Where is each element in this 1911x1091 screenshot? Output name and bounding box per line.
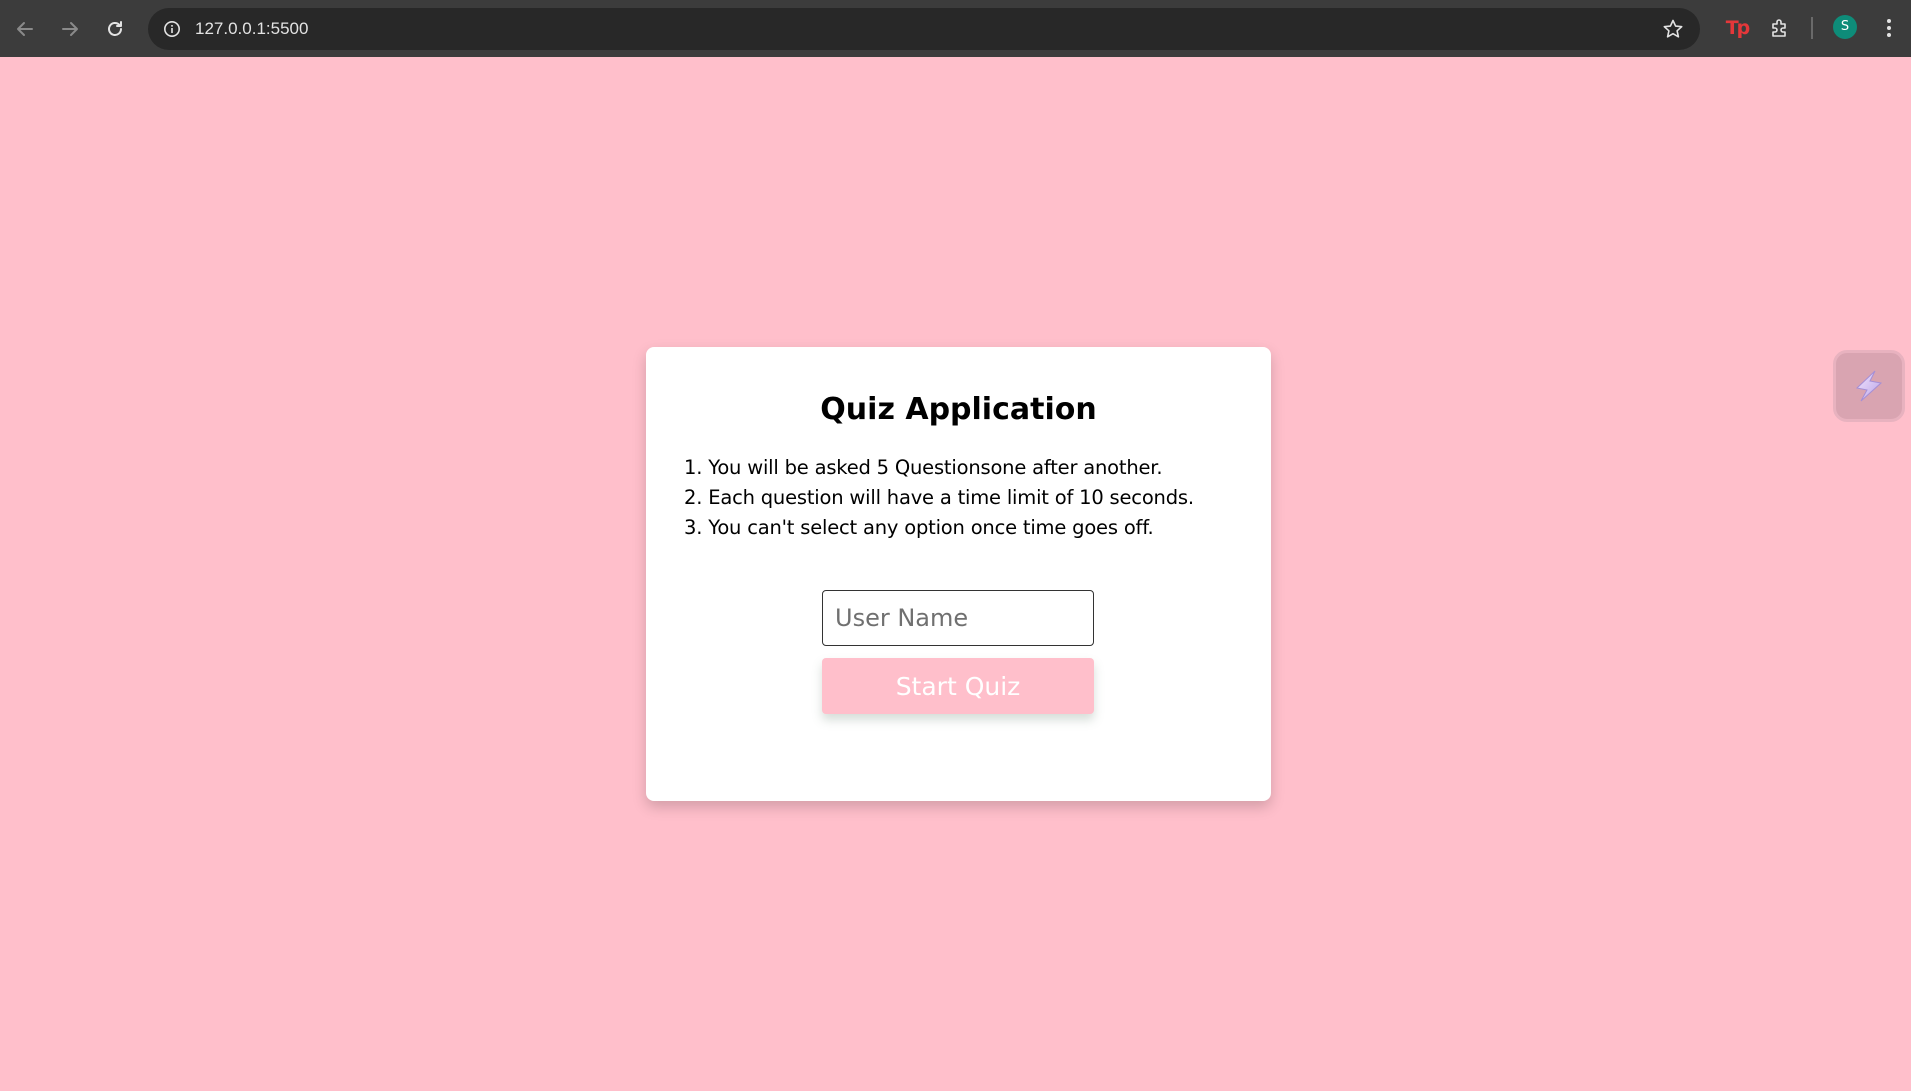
kebab-menu-icon: [1887, 19, 1891, 37]
bookmark-button[interactable]: [1660, 16, 1686, 42]
arrow-right-icon: [62, 22, 78, 36]
rule-item: 1. You will be asked 5 Questionsone afte…: [684, 456, 1163, 479]
info-icon: [164, 21, 180, 37]
puzzle-icon: [1772, 19, 1786, 37]
page-title: Quiz Application: [820, 392, 1097, 427]
site-info-button[interactable]: [158, 15, 186, 43]
toolbar-divider: [1811, 17, 1813, 39]
username-input[interactable]: [822, 590, 1094, 646]
address-bar[interactable]: 127.0.0.1:5500: [148, 8, 1700, 50]
reload-button[interactable]: [98, 12, 132, 46]
browser-menu-button[interactable]: [1876, 14, 1902, 42]
star-icon: [1663, 19, 1683, 38]
back-button[interactable]: [8, 12, 42, 46]
rule-item: 3. You can't select any option once time…: [684, 516, 1154, 539]
rules-list: 1. You will be asked 5 Questionsone afte…: [684, 453, 1244, 543]
extensions-button[interactable]: [1766, 14, 1794, 42]
browser-toolbar: 127.0.0.1:5500 Tp S: [0, 0, 1911, 57]
start-quiz-button[interactable]: Start Quiz: [822, 658, 1094, 714]
url-text[interactable]: 127.0.0.1:5500: [195, 8, 308, 50]
forward-button[interactable]: [53, 12, 87, 46]
quiz-start-card: Quiz Application 1. You will be asked 5 …: [646, 347, 1271, 801]
side-widget-button[interactable]: [1833, 350, 1905, 422]
arrow-left-icon: [17, 22, 33, 36]
reload-icon: [108, 21, 122, 36]
rule-item: 2. Each question will have a time limit …: [684, 486, 1194, 509]
lightning-icon: [1855, 370, 1883, 402]
extension-tp-button[interactable]: Tp: [1722, 14, 1752, 42]
profile-avatar[interactable]: S: [1833, 15, 1857, 39]
